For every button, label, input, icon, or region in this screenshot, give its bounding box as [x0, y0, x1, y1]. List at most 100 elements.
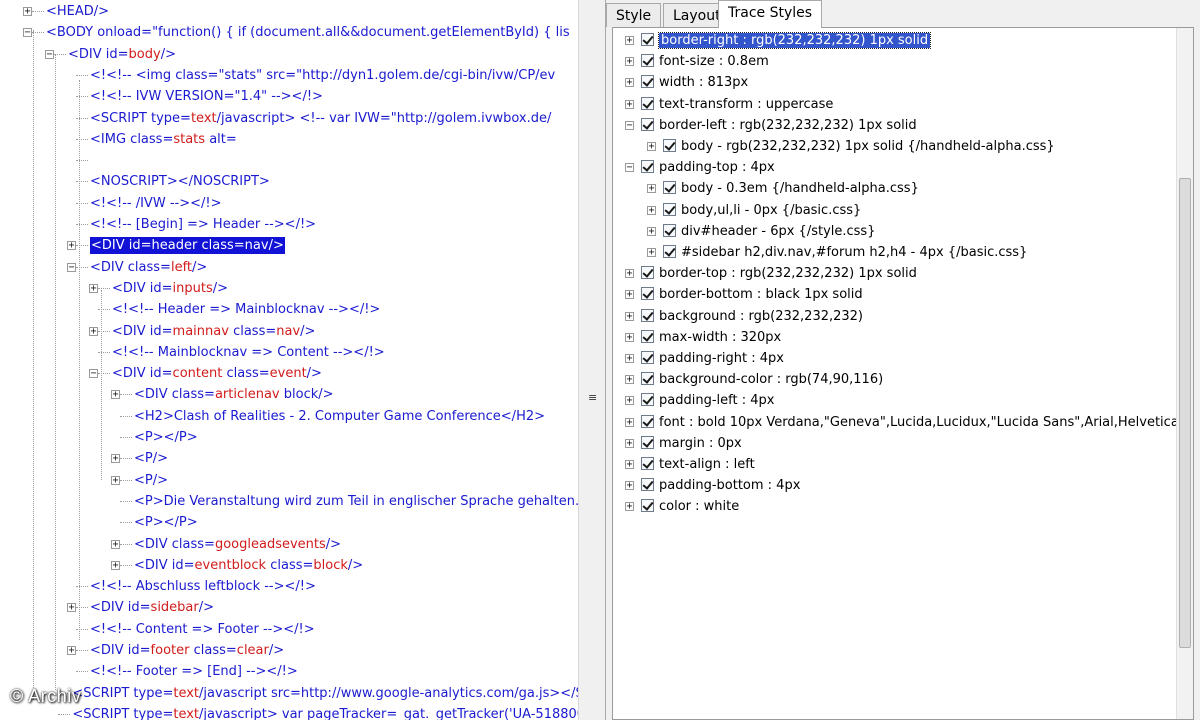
- dom-node[interactable]: <DIV class=left/>: [90, 257, 207, 278]
- trace-style-row[interactable]: background : rgb(232,232,232): [659, 306, 863, 327]
- expand-icon[interactable]: +: [647, 226, 656, 236]
- dom-node[interactable]: <P>Die Veranstaltung wird zum Teil in en…: [134, 491, 578, 512]
- dom-node[interactable]: <NOSCRIPT></NOSCRIPT>: [90, 171, 270, 192]
- expand-icon[interactable]: +: [625, 78, 634, 88]
- tab-style[interactable]: Style: [606, 3, 662, 27]
- expand-icon[interactable]: +: [23, 7, 32, 17]
- dom-node[interactable]: <!<!-- /IVW --></!>: [90, 193, 221, 214]
- trace-style-row[interactable]: border-right : rgb(232,232,232) 1px soli…: [657, 30, 932, 51]
- trace-style-row[interactable]: background-color : rgb(74,90,116): [659, 369, 883, 390]
- expand-icon[interactable]: +: [647, 248, 656, 258]
- dom-node[interactable]: <HEAD/>: [46, 1, 109, 22]
- trace-style-row[interactable]: div#header - 6px {/style.css}: [681, 221, 875, 242]
- style-enabled-checkbox[interactable]: [641, 414, 654, 428]
- style-enabled-checkbox[interactable]: [641, 329, 654, 343]
- trace-style-row[interactable]: color : white: [659, 496, 739, 517]
- trace-styles-tree[interactable]: + border-right : rgb(232,232,232) 1px sol…: [612, 27, 1194, 720]
- expand-icon[interactable]: +: [67, 646, 76, 656]
- dom-node[interactable]: <DIV id=footer class=clear/>: [90, 640, 284, 661]
- dom-node[interactable]: <!<!-- Footer => [End] --></!>: [90, 661, 298, 682]
- style-enabled-checkbox[interactable]: [641, 351, 654, 364]
- expand-icon[interactable]: +: [625, 417, 634, 427]
- dom-node[interactable]: <BODY onload="function() { if (document.…: [46, 22, 570, 43]
- trace-style-row[interactable]: text-align : left: [659, 454, 755, 475]
- style-enabled-checkbox[interactable]: [641, 33, 654, 46]
- style-enabled-checkbox[interactable]: [641, 287, 654, 301]
- expand-icon[interactable]: +: [625, 438, 634, 448]
- style-enabled-checkbox[interactable]: [641, 435, 654, 449]
- trace-style-row[interactable]: #sidebar h2,div.nav,#forum h2,h4 - 4px {…: [681, 242, 1027, 263]
- expand-icon[interactable]: +: [67, 241, 76, 251]
- expand-icon[interactable]: +: [625, 481, 634, 491]
- trace-style-row[interactable]: font : bold 10px Verdana,"Geneva",Lucida…: [659, 412, 1193, 433]
- dom-node[interactable]: <!<!-- Header => Mainblocknav --></!>: [112, 299, 380, 320]
- style-enabled-checkbox[interactable]: [641, 96, 654, 110]
- dom-node[interactable]: <!<!-- [Begin] => Header --></!>: [90, 214, 316, 235]
- style-enabled-checkbox[interactable]: [641, 372, 654, 386]
- expand-icon[interactable]: +: [89, 283, 98, 293]
- pane-splitter[interactable]: ≡: [578, 0, 606, 720]
- style-enabled-checkbox[interactable]: [663, 202, 676, 216]
- scrollbar-thumb[interactable]: [1179, 178, 1191, 648]
- dom-node[interactable]: <!<!-- <img class="stats" src="http://dy…: [90, 65, 555, 86]
- collapse-icon[interactable]: −: [625, 120, 634, 130]
- expand-icon[interactable]: +: [625, 332, 634, 342]
- trace-style-row[interactable]: font-size : 0.8em: [659, 51, 769, 72]
- dom-node[interactable]: <DIV id=body/>: [68, 44, 176, 65]
- expand-icon[interactable]: +: [625, 375, 634, 385]
- dom-node[interactable]: <!<!-- Content => Footer --></!>: [90, 619, 315, 640]
- expand-icon[interactable]: +: [111, 390, 120, 400]
- style-enabled-checkbox[interactable]: [641, 117, 654, 131]
- trace-style-row[interactable]: width : 813px: [659, 72, 748, 93]
- expand-icon[interactable]: +: [647, 205, 656, 215]
- trace-style-row[interactable]: border-left : rgb(232,232,232) 1px solid: [659, 115, 917, 136]
- trace-style-row[interactable]: padding-right : 4px: [659, 348, 784, 369]
- expand-icon[interactable]: +: [625, 290, 634, 300]
- dom-node[interactable]: <P></P>: [134, 427, 198, 448]
- dom-node[interactable]: <H2>Clash of Realities - 2. Computer Gam…: [134, 406, 545, 427]
- dom-node[interactable]: <SCRIPT type=text/javascript> var pageTr…: [72, 704, 578, 720]
- style-enabled-checkbox[interactable]: [663, 139, 676, 152]
- expand-icon[interactable]: +: [625, 460, 634, 470]
- tab-trace-styles[interactable]: Trace Styles: [718, 0, 823, 28]
- trace-style-row[interactable]: padding-top : 4px: [659, 157, 775, 178]
- trace-style-row[interactable]: body,ul,li - 0px {/basic.css}: [681, 200, 861, 221]
- dom-node[interactable]: <DIV class=googleadsevents/>: [134, 534, 341, 555]
- dom-node[interactable]: <SCRIPT type=text/javascript> <!-- var I…: [90, 108, 551, 129]
- collapse-icon[interactable]: −: [45, 49, 54, 59]
- expand-icon[interactable]: +: [625, 502, 634, 512]
- dom-node[interactable]: <DIV id=sidebar/>: [90, 597, 214, 618]
- style-enabled-checkbox[interactable]: [641, 393, 654, 407]
- expand-icon[interactable]: +: [625, 57, 634, 67]
- vertical-scrollbar[interactable]: [1176, 28, 1193, 719]
- expand-icon[interactable]: +: [111, 539, 120, 549]
- expand-icon[interactable]: +: [111, 560, 120, 570]
- expand-icon[interactable]: +: [625, 269, 634, 279]
- trace-style-row[interactable]: border-top : rgb(232,232,232) 1px solid: [659, 263, 917, 284]
- expand-icon[interactable]: +: [89, 326, 98, 336]
- collapse-icon[interactable]: −: [89, 369, 98, 379]
- dom-node[interactable]: <P></P>: [134, 512, 198, 533]
- splitter-grip-icon[interactable]: ≡: [588, 392, 597, 403]
- dom-tree-pane[interactable]: + <HEAD/> − <BODY onload="function() { if (…: [0, 0, 578, 720]
- style-enabled-checkbox[interactable]: [641, 457, 654, 470]
- dom-node[interactable]: <DIV class=articlenav block/>: [134, 384, 334, 405]
- style-enabled-checkbox[interactable]: [641, 499, 654, 513]
- trace-style-row[interactable]: text-transform : uppercase: [659, 94, 833, 115]
- dom-node[interactable]: <P/>: [134, 448, 168, 469]
- expand-icon[interactable]: +: [111, 454, 120, 464]
- collapse-icon[interactable]: −: [67, 262, 76, 272]
- dom-node[interactable]: <IMG class=stats alt=: [90, 129, 237, 150]
- trace-style-row[interactable]: max-width : 320px: [659, 327, 781, 348]
- trace-style-row[interactable]: padding-bottom : 4px: [659, 475, 800, 496]
- trace-style-row[interactable]: padding-left : 4px: [659, 390, 774, 411]
- trace-style-row[interactable]: border-bottom : black 1px solid: [659, 284, 863, 305]
- trace-style-row[interactable]: body - 0.3em {/handheld-alpha.css}: [681, 178, 919, 199]
- dom-node[interactable]: <DIV id=mainnav class=nav/>: [112, 321, 315, 342]
- style-enabled-checkbox[interactable]: [641, 160, 654, 174]
- expand-icon[interactable]: +: [625, 354, 634, 364]
- style-enabled-checkbox[interactable]: [641, 54, 654, 68]
- style-enabled-checkbox[interactable]: [641, 308, 654, 322]
- expand-icon[interactable]: +: [625, 396, 634, 406]
- expand-icon[interactable]: +: [625, 36, 634, 46]
